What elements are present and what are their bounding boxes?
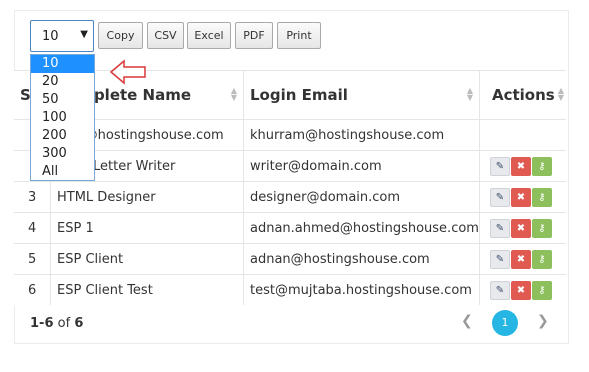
chevron-down-icon: ▼ [80, 29, 88, 40]
sort-icon: ▲ ▼ [230, 86, 237, 102]
pagination-info: 1-6 of 6 [30, 316, 84, 331]
cell-email: designer@domain.com [243, 181, 480, 213]
cell-email: writer@domain.com [243, 150, 480, 182]
edit-icon[interactable]: ✎ [489, 218, 510, 238]
table-header-row: Sr Complete Name▲▼ Login Email▲▼ Actions… [14, 70, 566, 120]
delete-icon[interactable]: ✖ [510, 187, 531, 207]
chevron-left-icon[interactable]: ❮ [461, 313, 473, 329]
cell-actions [479, 119, 566, 151]
cell-email: adnan@hostingshouse.com [243, 243, 480, 275]
print-button[interactable]: Print [277, 22, 321, 49]
page-length-option[interactable]: All [31, 163, 94, 181]
column-header-actions[interactable]: Actions ▲ ▼ [479, 70, 566, 120]
table-footer: 1-6 of 6 ❮ 1 ❯ [14, 302, 567, 342]
cell-sr: 5 [14, 243, 51, 275]
delete-icon[interactable]: ✖ [510, 249, 531, 269]
cell-actions: ✎ ✖ ⚷ [479, 274, 566, 305]
page-length-option[interactable]: 10 [31, 55, 94, 73]
cell-name: ESP Client Test [50, 274, 244, 305]
page-length-option[interactable]: 100 [31, 109, 94, 127]
page-length-select[interactable]: 10 ▼ [30, 20, 94, 52]
key-icon[interactable]: ⚷ [531, 187, 552, 207]
cell-sr: 6 [14, 274, 51, 305]
pdf-button[interactable]: PDF [235, 22, 273, 49]
sort-icon: ▲ ▼ [466, 86, 473, 102]
table-row: 5 ESP Client adnan@hostingshouse.com ✎ ✖… [14, 243, 566, 275]
excel-button[interactable]: Excel [187, 22, 231, 49]
table-row: 4 ESP 1 adnan.ahmed@hostingshouse.com ✎ … [14, 212, 566, 244]
cell-actions: ✎ ✖ ⚷ [479, 212, 566, 244]
cell-name: HTML Designer [50, 181, 244, 213]
cell-actions: ✎ ✖ ⚷ [479, 181, 566, 213]
cell-sr: 3 [14, 181, 51, 213]
cell-email: adnan.ahmed@hostingshouse.com [243, 212, 480, 244]
pagination-page-button[interactable]: 1 [492, 310, 518, 336]
cell-email: khurram@hostingshouse.com [243, 119, 480, 151]
cell-name: ESP 1 [50, 212, 244, 244]
page-length-option[interactable]: 300 [31, 145, 94, 163]
table-row: Letter Writer writer@domain.com ✎ ✖ ⚷ [14, 150, 566, 182]
page-length-option[interactable]: 50 [31, 91, 94, 109]
table-row: 6 ESP Client Test test@mujtaba.hostingsh… [14, 274, 566, 305]
edit-icon[interactable]: ✎ [489, 249, 510, 269]
delete-icon[interactable]: ✖ [510, 218, 531, 238]
cell-sr: 4 [14, 212, 51, 244]
page-length-option[interactable]: 200 [31, 127, 94, 145]
chevron-right-icon[interactable]: ❯ [537, 313, 549, 329]
delete-icon[interactable]: ✖ [510, 156, 531, 176]
key-icon[interactable]: ⚷ [531, 280, 552, 300]
column-header-email[interactable]: Login Email ▲ ▼ [243, 70, 480, 120]
annotation-arrow-icon [109, 59, 146, 85]
page-length-option[interactable]: 20 [31, 73, 94, 91]
key-icon[interactable]: ⚷ [531, 156, 552, 176]
sort-icon: ▲ ▼ [557, 86, 564, 102]
cell-actions: ✎ ✖ ⚷ [479, 243, 566, 275]
delete-icon[interactable]: ✖ [510, 280, 531, 300]
cell-actions: ✎ ✖ ⚷ [479, 150, 566, 182]
edit-icon[interactable]: ✎ [489, 187, 510, 207]
key-icon[interactable]: ⚷ [531, 218, 552, 238]
edit-icon[interactable]: ✎ [489, 156, 510, 176]
table-row: m@hostingshouse.com khurram@hostingshous… [14, 119, 566, 151]
table-row: 3 HTML Designer designer@domain.com ✎ ✖ … [14, 181, 566, 213]
page-length-value: 10 [42, 29, 59, 44]
cell-email: test@mujtaba.hostingshouse.com [243, 274, 480, 305]
copy-button[interactable]: Copy [98, 22, 143, 49]
key-icon[interactable]: ⚷ [531, 249, 552, 269]
users-table: Sr Complete Name▲▼ Login Email▲▼ Actions… [14, 70, 566, 305]
page-length-dropdown: 10 20 50 100 200 300 All [30, 54, 95, 181]
csv-button[interactable]: CSV [147, 22, 184, 49]
cell-name: ESP Client [50, 243, 244, 275]
edit-icon[interactable]: ✎ [489, 280, 510, 300]
